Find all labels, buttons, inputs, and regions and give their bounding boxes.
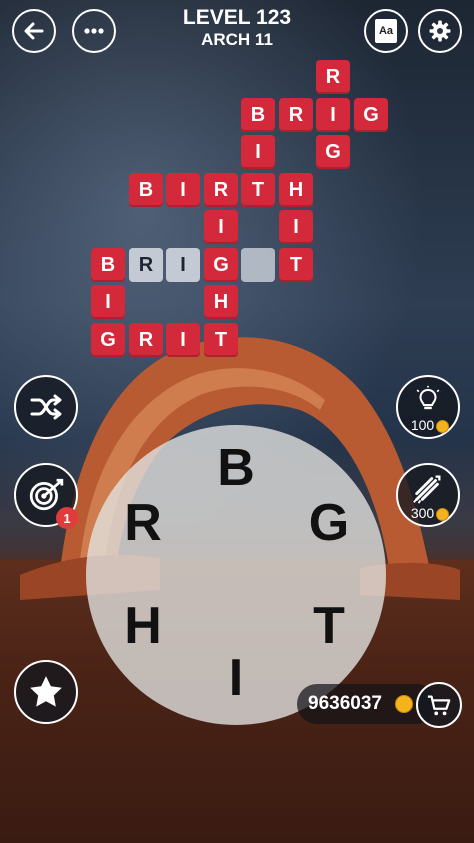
- coin-icon: [436, 419, 450, 433]
- level-title: LEVEL 123: [182, 6, 292, 29]
- shuffle-icon: [30, 394, 62, 420]
- coin-balance: 9636037: [308, 693, 382, 714]
- dictionary-button[interactable]: Aa: [364, 9, 408, 53]
- level-subtitle: ARCH 11: [201, 30, 273, 49]
- grid-cell: R: [129, 323, 163, 357]
- grid-cell: I: [204, 210, 238, 244]
- wheel-letter[interactable]: G: [304, 495, 354, 551]
- hint-cost: 100: [398, 417, 462, 433]
- grid-cell: B: [129, 173, 163, 207]
- wheel-letter[interactable]: R: [118, 495, 168, 551]
- settings-button[interactable]: [418, 9, 462, 53]
- favorites-star-button[interactable]: [14, 660, 78, 724]
- arrow-left-icon: [24, 22, 44, 40]
- gear-icon: [429, 20, 451, 42]
- grid-cell: B: [241, 98, 275, 132]
- rocket-cost: 300: [398, 505, 462, 521]
- grid-cell: I: [91, 285, 125, 319]
- hint-button[interactable]: 100: [396, 375, 460, 439]
- grid-cell: G: [204, 248, 238, 282]
- more-dots-icon: [84, 28, 104, 34]
- hint-cost-value: 100: [410, 417, 435, 433]
- coin-icon: [395, 695, 413, 713]
- more-menu-button[interactable]: [72, 9, 116, 53]
- grid-cell: T: [279, 248, 313, 282]
- grid-cell: H: [204, 285, 238, 319]
- grid-cell: [241, 248, 275, 282]
- grid-cell: I: [279, 210, 313, 244]
- grid-cell: G: [354, 98, 388, 132]
- dictionary-book-icon: Aa: [375, 19, 397, 43]
- grid-cell: R: [279, 98, 313, 132]
- dictionary-label: Aa: [378, 25, 394, 37]
- grid-cell: G: [316, 135, 350, 169]
- wheel-letter[interactable]: B: [211, 440, 261, 496]
- coin-icon: [436, 507, 450, 521]
- grid-cell: R: [129, 248, 163, 282]
- star-icon: [30, 676, 62, 707]
- grid-cell: H: [279, 173, 313, 207]
- grid-cell: T: [241, 173, 275, 207]
- grid-cell: G: [91, 323, 125, 357]
- grid-cell: I: [241, 135, 275, 169]
- wheel-letter[interactable]: T: [304, 598, 354, 654]
- firework-rocket-icon: [413, 475, 441, 504]
- grid-cell: I: [166, 173, 200, 207]
- rocket-cost-value: 300: [410, 505, 435, 521]
- lightbulb-icon: [416, 385, 440, 410]
- grid-cell: R: [204, 173, 238, 207]
- wheel-letter[interactable]: H: [118, 598, 168, 654]
- grid-cell: I: [166, 323, 200, 357]
- rocket-hint-button[interactable]: 300: [396, 463, 460, 527]
- shopping-cart-icon: [427, 695, 451, 716]
- grid-cell: I: [166, 248, 200, 282]
- grid-cell: R: [316, 60, 350, 94]
- shuffle-button[interactable]: [14, 375, 78, 439]
- grid-cell: I: [316, 98, 350, 132]
- target-count-badge: 1: [56, 507, 78, 529]
- wheel-letter[interactable]: I: [211, 650, 261, 706]
- grid-cell: T: [204, 323, 238, 357]
- grid-cell: B: [91, 248, 125, 282]
- shop-button[interactable]: [416, 682, 462, 728]
- back-button[interactable]: [12, 9, 56, 53]
